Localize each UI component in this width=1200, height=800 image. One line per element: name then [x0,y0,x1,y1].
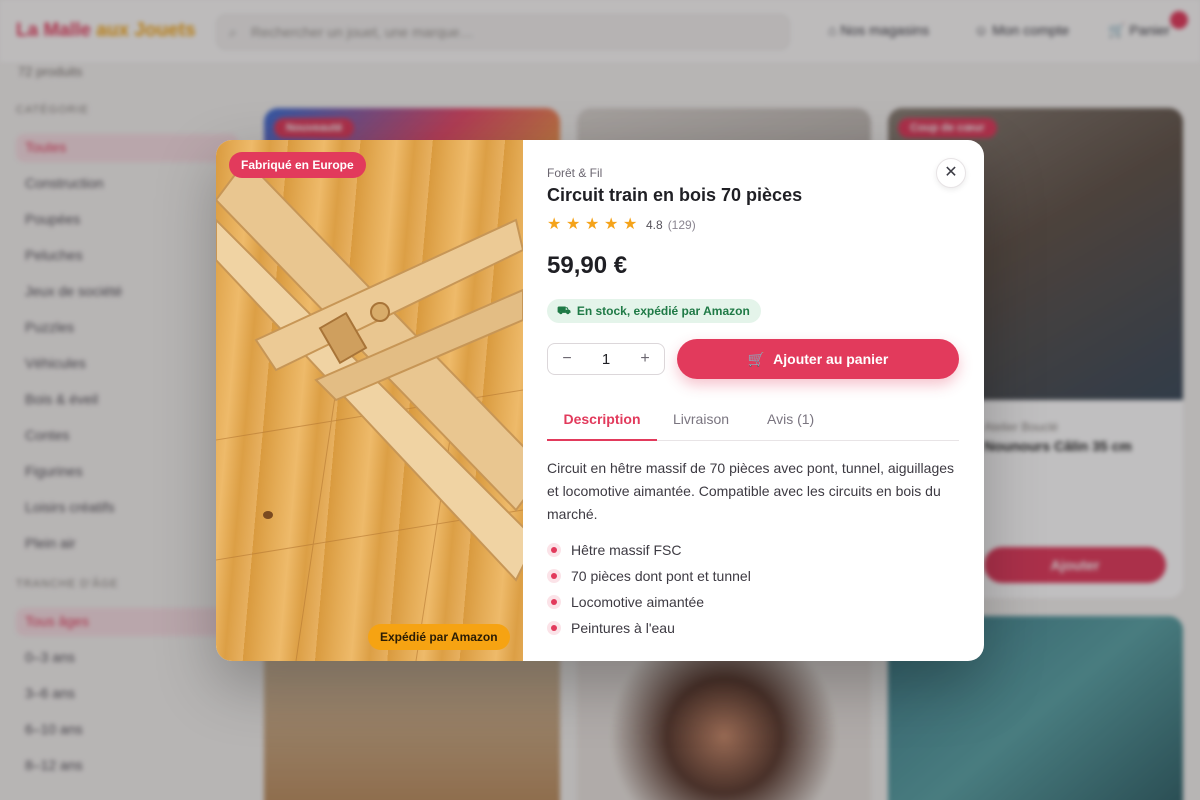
product-quickview-modal: Fabriqué en Europe Expédié par Amazon Fo… [216,140,984,661]
star-icon: ★ [566,216,581,233]
product-tabs: Description Livraison Avis (1) [547,411,959,441]
product-info: Forêt & Fil Circuit train en bois 70 piè… [547,140,966,661]
star-icon: ★ [604,216,619,233]
tab-livraison[interactable]: Livraison [673,411,729,441]
quantity-stepper[interactable]: − 1 + [547,343,665,375]
minus-icon[interactable]: − [548,350,586,368]
feature-item: 70 pièces dont pont et tunnel [547,563,959,589]
truck-icon: ⛟ [557,305,571,317]
bullet-dot-icon [547,569,561,583]
feature-text: 70 pièces dont pont et tunnel [571,568,751,584]
bullet-dot-icon [547,621,561,635]
plus-icon[interactable]: + [626,350,664,368]
bullet-dot-icon [547,595,561,609]
stock-label: En stock, expédié par Amazon [576,304,750,318]
product-title: Circuit train en bois 70 pièces [547,185,803,205]
quantity-value[interactable]: 1 [586,351,626,368]
close-button[interactable]: ✕ [936,158,966,188]
cart-icon: 🛒 [747,350,766,367]
star-icon: ★ [547,216,562,233]
origin-badge: Fabriqué en Europe [229,152,366,178]
product-price: 59,90 € [547,252,628,279]
review-count: (129) [667,218,696,232]
tab-avis[interactable]: Avis (1) [767,411,814,441]
star-icon: ★ [623,216,638,233]
product-description: Circuit en hêtre massif de 70 pièces ave… [547,460,955,522]
feature-text: Hêtre massif FSC [571,542,682,558]
add-to-cart-label: Ajouter au panier [773,351,889,367]
feature-item: Hêtre massif FSC [547,537,959,563]
feature-list: Hêtre massif FSC 70 pièces dont pont et … [547,537,959,641]
stock-status: ⛟ En stock, expédié par Amazon [547,299,761,323]
product-brand: Forêt & Fil [547,166,603,180]
shipping-badge: Expédié par Amazon [368,624,510,650]
close-icon: ✕ [944,164,958,181]
rating-value: 4.8 [646,218,663,232]
feature-item: Locomotive aimantée [547,589,959,615]
feature-text: Locomotive aimantée [571,594,705,610]
add-to-cart-button[interactable]: 🛒 Ajouter au panier [677,339,959,379]
star-icon: ★ [585,216,600,233]
feature-text: Peintures à l'eau [571,620,675,636]
product-image: Fabriqué en Europe Expédié par Amazon [216,140,523,661]
tab-description[interactable]: Description [547,411,657,441]
rating-row[interactable]: ★ ★ ★ ★ ★ 4.8 (129) [547,217,696,233]
product-photo-tracks [216,158,523,661]
bullet-dot-icon [547,543,561,557]
feature-item: Peintures à l'eau [547,615,959,641]
